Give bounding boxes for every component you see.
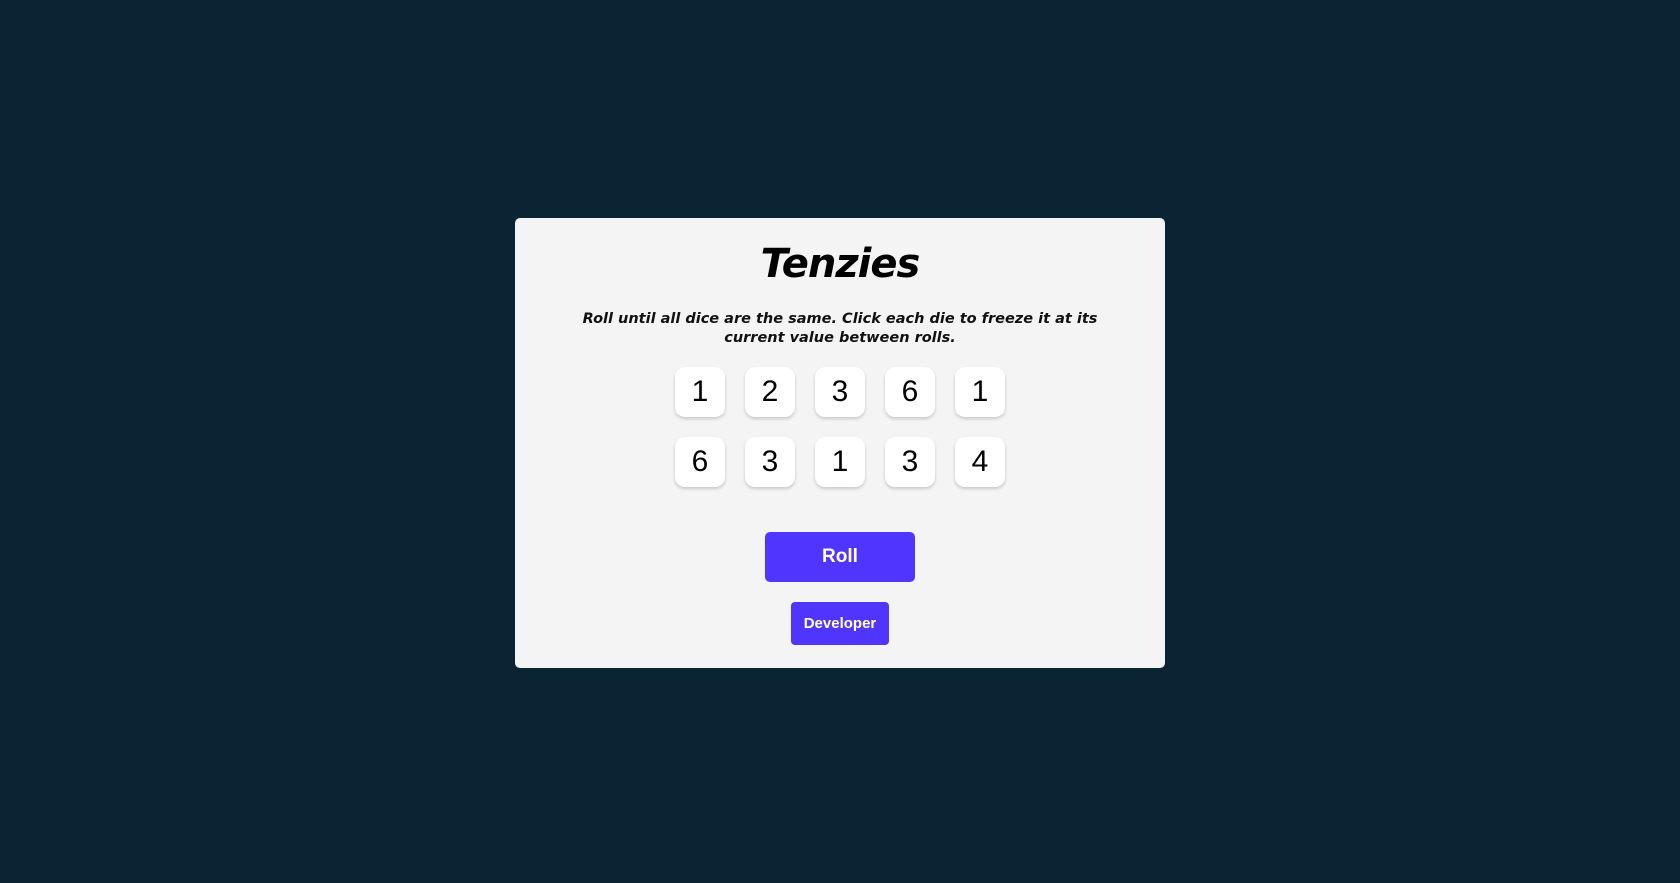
dice-grid: 1 2 3 6 1 6 3 1 3 4 xyxy=(675,367,1005,487)
die-7[interactable]: 3 xyxy=(745,437,795,487)
die-3[interactable]: 3 xyxy=(815,367,865,417)
developer-button[interactable]: Developer xyxy=(791,602,889,645)
roll-button[interactable]: Roll xyxy=(765,532,915,582)
die-2[interactable]: 2 xyxy=(745,367,795,417)
game-card: Tenzies Roll until all dice are the same… xyxy=(515,218,1165,668)
die-10[interactable]: 4 xyxy=(955,437,1005,487)
die-6[interactable]: 6 xyxy=(675,437,725,487)
die-5[interactable]: 1 xyxy=(955,367,1005,417)
die-1[interactable]: 1 xyxy=(675,367,725,417)
die-9[interactable]: 3 xyxy=(885,437,935,487)
instructions-text: Roll until all dice are the same. Click … xyxy=(582,311,1098,346)
die-4[interactable]: 6 xyxy=(885,367,935,417)
page-title: Tenzies xyxy=(760,241,921,287)
die-8[interactable]: 1 xyxy=(815,437,865,487)
